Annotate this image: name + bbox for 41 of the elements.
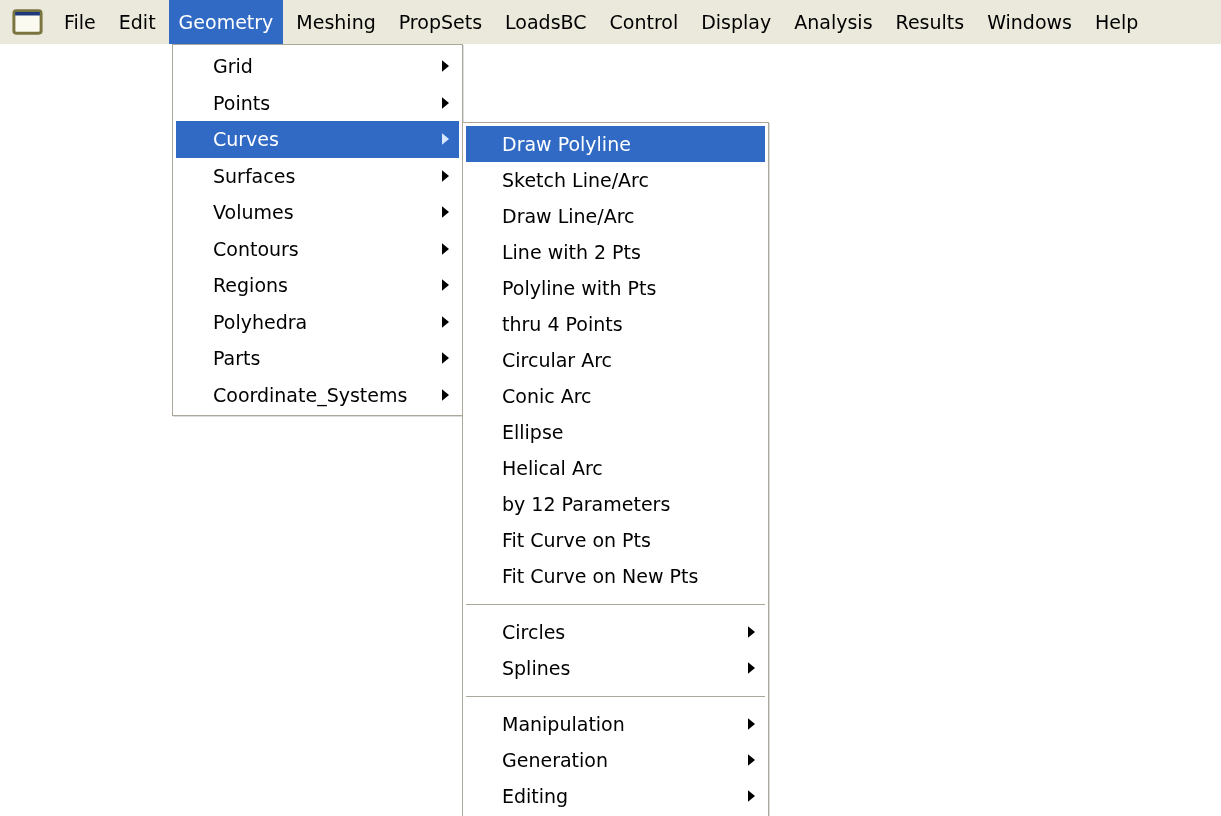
menu-item[interactable]: Generation [466,742,765,778]
menu-item[interactable]: Parts [176,340,459,377]
menu-item[interactable]: Ellipse [466,414,765,450]
menu-bar-item[interactable]: Display [691,0,782,44]
menu-item[interactable]: Grid [176,48,459,85]
menu-item[interactable]: Editing [466,778,765,814]
menu-item[interactable]: Fit Curve on Pts [466,522,765,558]
menu-item[interactable]: Fit Curve on New Pts [466,558,765,594]
menu-item[interactable]: Circles [466,614,765,650]
menu-item[interactable]: Splines [466,650,765,686]
menu-item[interactable]: Polyline with Pts [466,270,765,306]
menu-bar-item[interactable]: Control [599,0,689,44]
menu-item[interactable]: Circular Arc [466,342,765,378]
menu-bar-item[interactable]: Help [1085,0,1149,44]
menu-item[interactable]: Points [176,84,459,121]
menu-item[interactable]: Conic Arc [466,378,765,414]
menu-item[interactable]: by 12 Parameters [466,486,765,522]
menu-item[interactable]: Manipulation [466,706,765,742]
menu-bar-item[interactable]: Geometry [168,0,284,44]
menu-bar-item[interactable]: Meshing [286,0,386,44]
window-icon[interactable] [12,9,43,35]
menu-bar-item[interactable]: Windows [977,0,1082,44]
menu-item[interactable]: Coordinate_Systems [176,376,459,413]
menu-bar-item[interactable]: Edit [108,0,166,44]
menu-item[interactable]: Volumes [176,194,459,231]
menu-item[interactable]: Draw Polyline [466,126,765,162]
menu-item[interactable]: thru 4 Points [466,306,765,342]
menu-bar-item[interactable]: File [54,0,106,44]
menu-bar-item[interactable]: LoadsBC [495,0,597,44]
menu-bar-item[interactable]: PropSets [388,0,493,44]
menu-item[interactable]: Regions [176,267,459,304]
menu-item[interactable]: Line with 2 Pts [466,234,765,270]
menu-item[interactable]: Contours [176,230,459,267]
menu-item[interactable]: Polyhedra [176,303,459,340]
menu-item[interactable]: Sketch Line/Arc [466,162,765,198]
menu-item[interactable]: Curves [176,121,459,158]
menu-bar-item[interactable]: Analysis [784,0,883,44]
menu-bar-item[interactable]: Results [885,0,975,44]
menu-item[interactable]: Draw Line/Arc [466,198,765,234]
menu-item[interactable]: Surfaces [176,157,459,194]
menu-item[interactable]: Helical Arc [466,450,765,486]
